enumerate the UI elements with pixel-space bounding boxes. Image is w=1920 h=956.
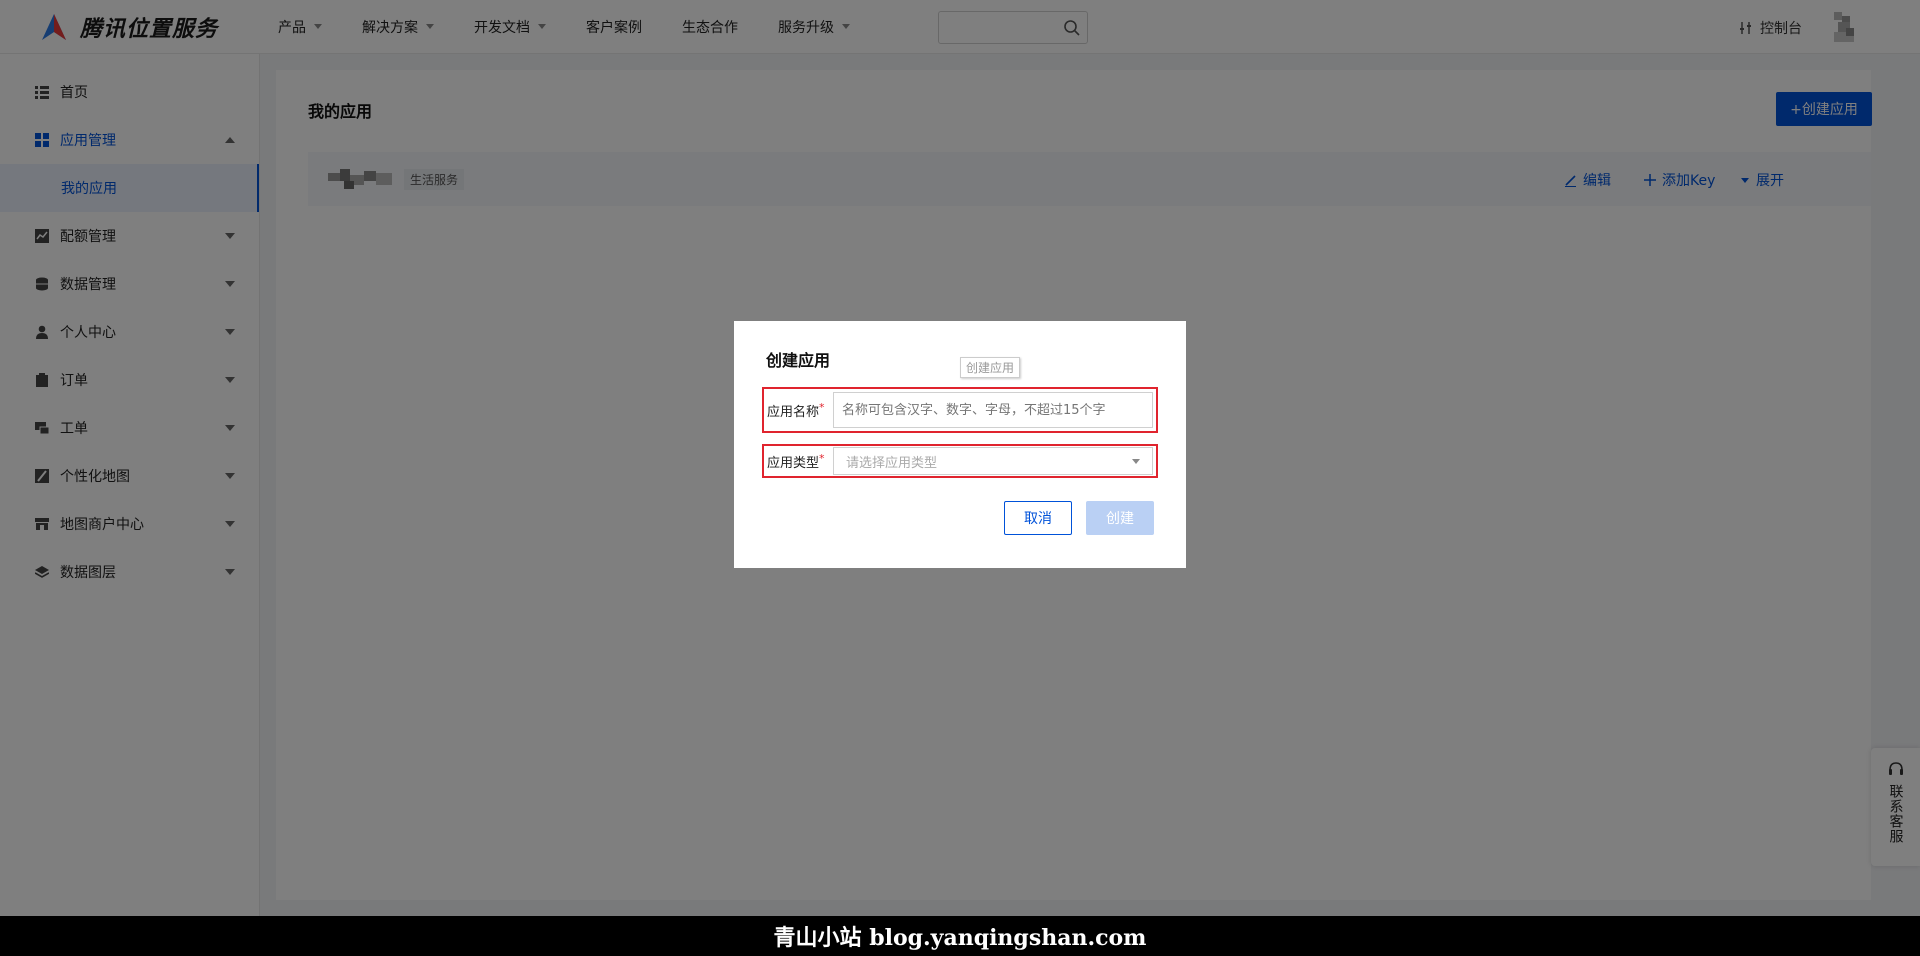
app-name-input[interactable] xyxy=(833,392,1153,428)
app-type-placeholder: 请选择应用类型 xyxy=(846,455,938,471)
required-mark: * xyxy=(819,400,825,414)
hover-tooltip: 创建应用 xyxy=(960,357,1021,378)
cancel-button[interactable]: 取消 xyxy=(1004,501,1072,535)
dialog-title: 创建应用 xyxy=(766,351,831,370)
watermark-text: 青山小站 blog.yanqingshan.com xyxy=(773,925,1147,951)
create-button[interactable]: 创建 xyxy=(1086,501,1154,535)
app-type-select[interactable]: 请选择应用类型 xyxy=(833,447,1153,475)
app-type-label-text: 应用类型 xyxy=(767,455,820,471)
watermark-bar: 青山小站 blog.yanqingshan.com xyxy=(0,916,1920,956)
app-type-row: 应用类型* 请选择应用类型 xyxy=(762,444,1158,478)
required-mark: * xyxy=(819,451,825,465)
app-name-label: 应用名称* xyxy=(767,401,833,420)
app-name-row: 应用名称* xyxy=(762,387,1158,433)
app-type-label: 应用类型* xyxy=(767,452,833,471)
create-app-dialog: 创建应用 创建应用 应用名称* 应用类型* 请选择应用类型 取消 创建 xyxy=(734,321,1186,568)
chevron-down-icon xyxy=(1132,459,1140,464)
app-name-label-text: 应用名称 xyxy=(767,404,820,420)
